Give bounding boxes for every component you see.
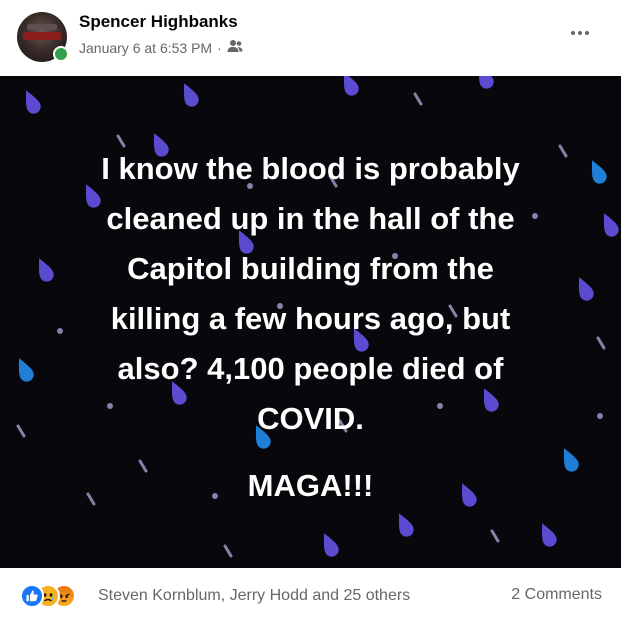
post-meta: January 6 at 6:53 PM · bbox=[79, 39, 243, 56]
post-text-line: killing a few hours ago, but bbox=[110, 301, 511, 336]
post-image-text: I know the blood is probably cleaned up … bbox=[40, 144, 581, 444]
post-text-line: also? 4,100 people died of bbox=[117, 351, 504, 386]
post-footer: Steven Kornblum, Jerry Hodd and 25 other… bbox=[0, 568, 621, 619]
post-text-line: Capitol building from the bbox=[127, 251, 494, 286]
meta-separator: · bbox=[217, 39, 222, 56]
online-status-indicator bbox=[53, 46, 69, 62]
post-image[interactable]: I know the blood is probably cleaned up … bbox=[0, 76, 621, 568]
like-icon[interactable] bbox=[20, 584, 44, 608]
friends-icon[interactable] bbox=[227, 39, 243, 56]
reaction-names[interactable]: Steven Kornblum, Jerry Hodd and 25 other… bbox=[98, 587, 410, 605]
post-text-line: cleaned up in the hall of the bbox=[106, 201, 515, 236]
post-header: Spencer Highbanks January 6 at 6:53 PM · bbox=[0, 0, 621, 76]
post-timestamp[interactable]: January 6 at 6:53 PM bbox=[79, 40, 212, 56]
author-name[interactable]: Spencer Highbanks bbox=[79, 12, 238, 32]
more-options-icon[interactable] bbox=[564, 22, 596, 44]
post-image-text-maga: MAGA!!! bbox=[247, 468, 374, 503]
post-text-line: I know the blood is probably bbox=[101, 151, 520, 186]
comments-count[interactable]: 2 Comments bbox=[511, 586, 602, 604]
post-text-line: COVID. bbox=[257, 401, 364, 436]
reaction-icons[interactable] bbox=[20, 584, 90, 608]
